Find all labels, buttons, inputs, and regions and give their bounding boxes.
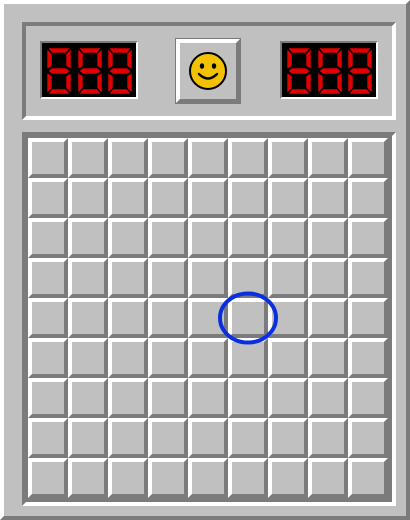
covered-cell[interactable] <box>268 138 308 178</box>
covered-cell[interactable] <box>188 138 228 178</box>
covered-cell[interactable] <box>188 218 228 258</box>
reset-face-button[interactable] <box>175 38 241 104</box>
covered-cell[interactable] <box>108 218 148 258</box>
covered-cell[interactable] <box>68 178 108 218</box>
smile-icon <box>189 52 227 90</box>
timer-counter <box>280 41 378 99</box>
covered-cell[interactable] <box>228 298 268 338</box>
covered-cell[interactable] <box>68 458 108 498</box>
covered-cell[interactable] <box>268 218 308 258</box>
covered-cell[interactable] <box>308 218 348 258</box>
covered-cell[interactable] <box>148 138 188 178</box>
covered-cell[interactable] <box>28 418 68 458</box>
covered-cell[interactable] <box>348 338 388 378</box>
covered-cell[interactable] <box>28 458 68 498</box>
covered-cell[interactable] <box>28 218 68 258</box>
covered-cell[interactable] <box>308 418 348 458</box>
covered-cell[interactable] <box>68 338 108 378</box>
covered-cell[interactable] <box>108 138 148 178</box>
covered-cell[interactable] <box>308 178 348 218</box>
covered-cell[interactable] <box>348 418 388 458</box>
seven-segment-digit <box>74 45 105 97</box>
covered-cell[interactable] <box>188 338 228 378</box>
covered-cell[interactable] <box>28 178 68 218</box>
covered-cell[interactable] <box>348 218 388 258</box>
covered-cell[interactable] <box>348 298 388 338</box>
covered-cell[interactable] <box>188 258 228 298</box>
covered-cell[interactable] <box>28 338 68 378</box>
covered-cell[interactable] <box>148 178 188 218</box>
covered-cell[interactable] <box>148 258 188 298</box>
covered-cell[interactable] <box>228 378 268 418</box>
covered-cell[interactable] <box>308 338 348 378</box>
covered-cell[interactable] <box>268 298 308 338</box>
covered-cell[interactable] <box>348 458 388 498</box>
covered-cell[interactable] <box>188 298 228 338</box>
covered-cell[interactable] <box>268 378 308 418</box>
covered-cell[interactable] <box>108 338 148 378</box>
covered-cell[interactable] <box>108 378 148 418</box>
covered-cell[interactable] <box>108 258 148 298</box>
covered-cell[interactable] <box>68 418 108 458</box>
covered-cell[interactable] <box>348 378 388 418</box>
mine-counter <box>40 41 138 99</box>
mine-field <box>22 132 396 506</box>
covered-cell[interactable] <box>28 258 68 298</box>
covered-cell[interactable] <box>108 178 148 218</box>
covered-cell[interactable] <box>28 378 68 418</box>
seven-segment-digit <box>43 45 74 97</box>
covered-cell[interactable] <box>228 138 268 178</box>
covered-cell[interactable] <box>308 458 348 498</box>
seven-segment-digit <box>344 45 375 97</box>
covered-cell[interactable] <box>68 138 108 178</box>
seven-segment-digit <box>283 45 314 97</box>
covered-cell[interactable] <box>68 378 108 418</box>
covered-cell[interactable] <box>308 258 348 298</box>
covered-cell[interactable] <box>148 298 188 338</box>
covered-cell[interactable] <box>188 458 228 498</box>
covered-cell[interactable] <box>228 178 268 218</box>
covered-cell[interactable] <box>268 178 308 218</box>
covered-cell[interactable] <box>28 138 68 178</box>
covered-cell[interactable] <box>308 298 348 338</box>
covered-cell[interactable] <box>188 178 228 218</box>
covered-cell[interactable] <box>348 258 388 298</box>
covered-cell[interactable] <box>268 418 308 458</box>
seven-segment-digit <box>104 45 135 97</box>
covered-cell[interactable] <box>348 138 388 178</box>
covered-cell[interactable] <box>228 258 268 298</box>
covered-cell[interactable] <box>108 418 148 458</box>
covered-cell[interactable] <box>68 218 108 258</box>
covered-cell[interactable] <box>148 418 188 458</box>
covered-cell[interactable] <box>188 418 228 458</box>
covered-cell[interactable] <box>308 138 348 178</box>
covered-cell[interactable] <box>108 458 148 498</box>
covered-cell[interactable] <box>108 298 148 338</box>
covered-cell[interactable] <box>268 458 308 498</box>
seven-segment-digit <box>314 45 345 97</box>
covered-cell[interactable] <box>308 378 348 418</box>
minesweeper-window <box>0 0 410 520</box>
covered-cell[interactable] <box>68 298 108 338</box>
covered-cell[interactable] <box>268 258 308 298</box>
cell-grid <box>28 138 388 498</box>
covered-cell[interactable] <box>148 218 188 258</box>
covered-cell[interactable] <box>228 458 268 498</box>
covered-cell[interactable] <box>268 338 308 378</box>
covered-cell[interactable] <box>228 418 268 458</box>
covered-cell[interactable] <box>148 458 188 498</box>
covered-cell[interactable] <box>68 258 108 298</box>
covered-cell[interactable] <box>188 378 228 418</box>
covered-cell[interactable] <box>148 378 188 418</box>
covered-cell[interactable] <box>228 338 268 378</box>
covered-cell[interactable] <box>348 178 388 218</box>
status-panel <box>22 22 396 120</box>
covered-cell[interactable] <box>228 218 268 258</box>
covered-cell[interactable] <box>148 338 188 378</box>
covered-cell[interactable] <box>28 298 68 338</box>
